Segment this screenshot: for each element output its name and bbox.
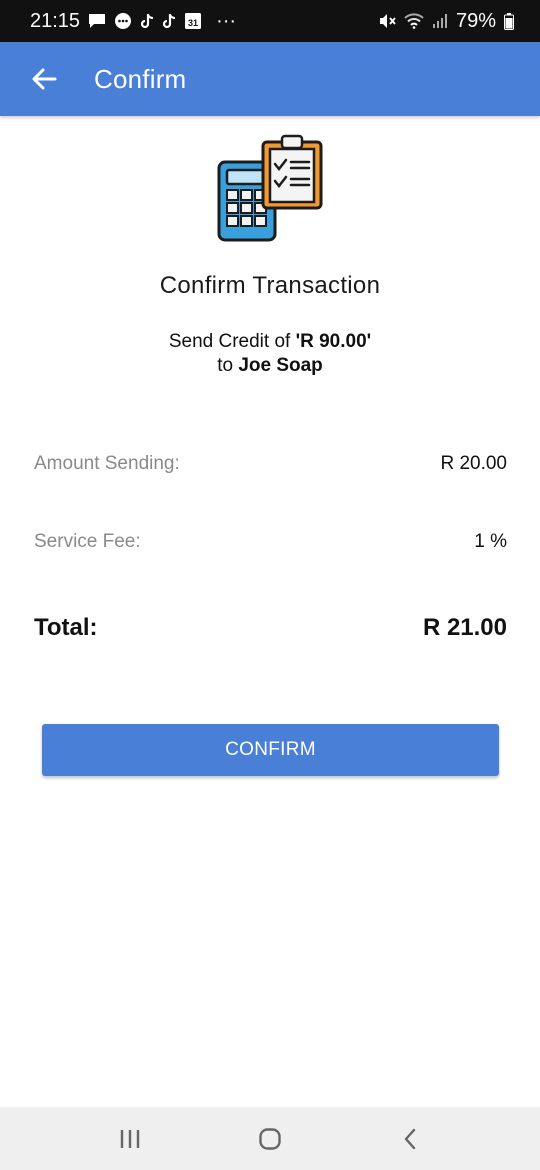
more-notifications: ··· [216, 9, 237, 32]
recents-button[interactable] [100, 1114, 160, 1164]
tiktok-icon [162, 13, 176, 29]
battery-percent: 79% [455, 9, 496, 32]
fee-label: Service Fee: [34, 531, 141, 552]
send-amount: 'R 90.00' [295, 331, 372, 352]
calendar-day: 31 [188, 18, 198, 28]
send-prefix: Send Credit of [168, 331, 296, 352]
message-icon [88, 13, 106, 29]
system-back-button[interactable] [380, 1114, 440, 1164]
send-credit-line: Send Credit of 'R 90.00' [0, 330, 540, 354]
amount-value: R 20.00 [440, 453, 507, 474]
page-title: Confirm [94, 63, 187, 94]
status-bar: 21:15 31 ··· 79% [0, 0, 540, 42]
calculator-clipboard-icon [215, 134, 327, 246]
status-time: 21:15 [30, 9, 81, 32]
total-value: R 21.00 [422, 614, 507, 641]
amount-row: Amount Sending: R 20.00 [34, 453, 507, 475]
amount-label: Amount Sending: [34, 453, 180, 474]
mute-icon [378, 12, 396, 30]
fee-value: 1 % [474, 531, 507, 552]
status-left: 21:15 31 ··· [30, 10, 236, 33]
app-bar: Confirm [0, 42, 540, 116]
back-icon [404, 1128, 416, 1149]
status-right: 79% [378, 10, 514, 33]
confirm-button[interactable]: CONFIRM [42, 724, 499, 776]
recipient-name: Joe Soap [238, 355, 323, 376]
fee-row: Service Fee: 1 % [34, 531, 507, 553]
calendar-icon: 31 [184, 12, 202, 30]
back-button[interactable] [24, 59, 64, 99]
chat-bubble-icon [114, 12, 132, 30]
signal-icon [432, 13, 448, 29]
transaction-heading: Confirm Transaction [159, 272, 381, 299]
to-prefix: to [217, 355, 239, 376]
total-row: Total: R 21.00 [34, 614, 507, 642]
home-icon [259, 1127, 281, 1150]
recents-icon [120, 1129, 140, 1148]
battery-icon [504, 12, 514, 30]
total-label: Total: [34, 614, 98, 641]
wifi-icon [404, 13, 424, 29]
recipient-line: to Joe Soap [0, 354, 540, 378]
transaction-summary: Send Credit of 'R 90.00' to Joe Soap [0, 330, 540, 378]
system-nav-bar [0, 1107, 540, 1170]
home-button[interactable] [240, 1114, 300, 1164]
tiktok-icon [140, 13, 154, 29]
arrow-left-icon [32, 68, 57, 90]
